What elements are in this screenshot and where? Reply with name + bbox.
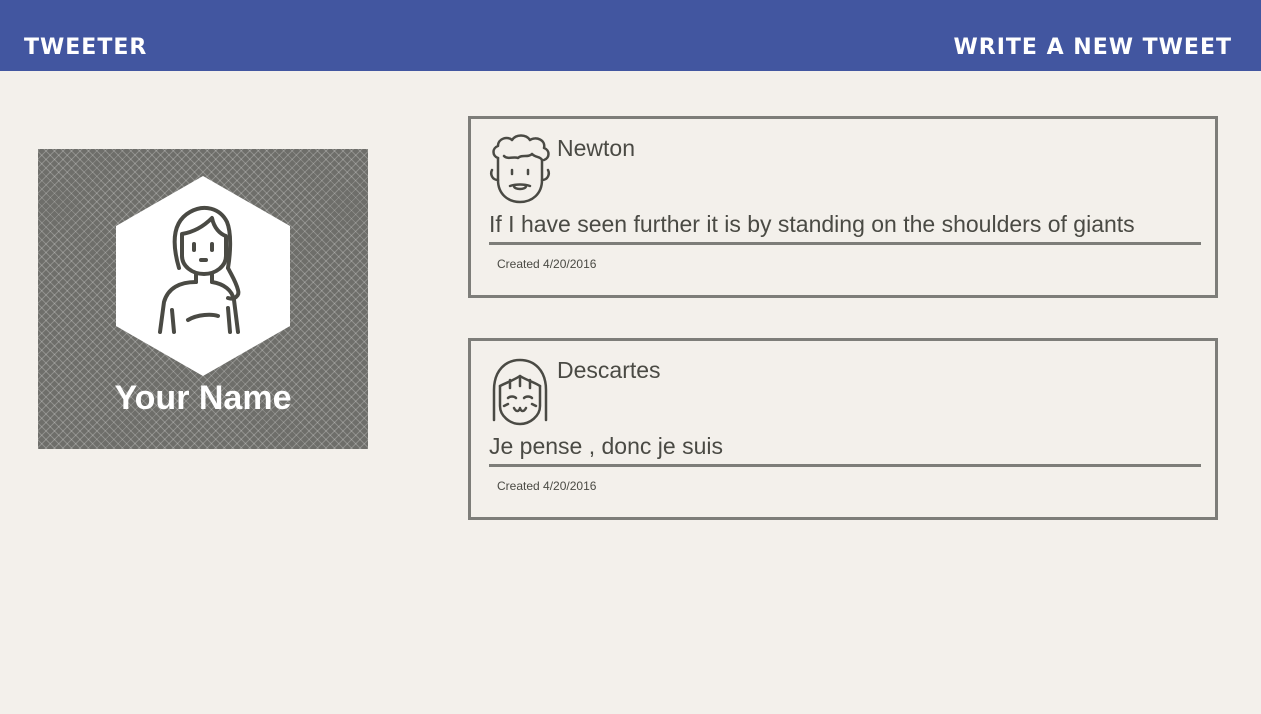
created-date: 4/20/2016 <box>543 257 597 271</box>
tweet-text: If I have seen further it is by standing… <box>489 211 1201 245</box>
bob-hair-girl-avatar-icon <box>492 358 548 426</box>
tweet-created-meta: Created 4/20/2016 <box>497 479 596 493</box>
tweet-card: Newton If I have seen further it is by s… <box>468 116 1218 298</box>
write-new-tweet-link[interactable]: Write a new tweet <box>954 35 1232 60</box>
created-date: 4/20/2016 <box>543 479 597 493</box>
curly-hair-man-avatar-icon <box>490 134 550 204</box>
woman-avatar-icon <box>158 205 241 334</box>
brand-logo-link[interactable]: Tweeter <box>24 35 147 60</box>
tweet-created-meta: Created 4/20/2016 <box>497 257 596 271</box>
profile-name: Your Name <box>114 379 292 417</box>
created-label: Created <box>497 479 540 493</box>
top-nav-bar: Tweeter Write a new tweet <box>0 0 1261 71</box>
profile-avatar-hexagon <box>116 176 290 376</box>
profile-card: Your Name <box>38 149 368 449</box>
created-label: Created <box>497 257 540 271</box>
tweet-author: Newton <box>557 135 635 161</box>
tweet-card: Descartes Je pense , donc je suis Create… <box>468 338 1218 520</box>
tweet-author: Descartes <box>557 357 661 383</box>
tweet-text: Je pense , donc je suis <box>489 433 1201 467</box>
